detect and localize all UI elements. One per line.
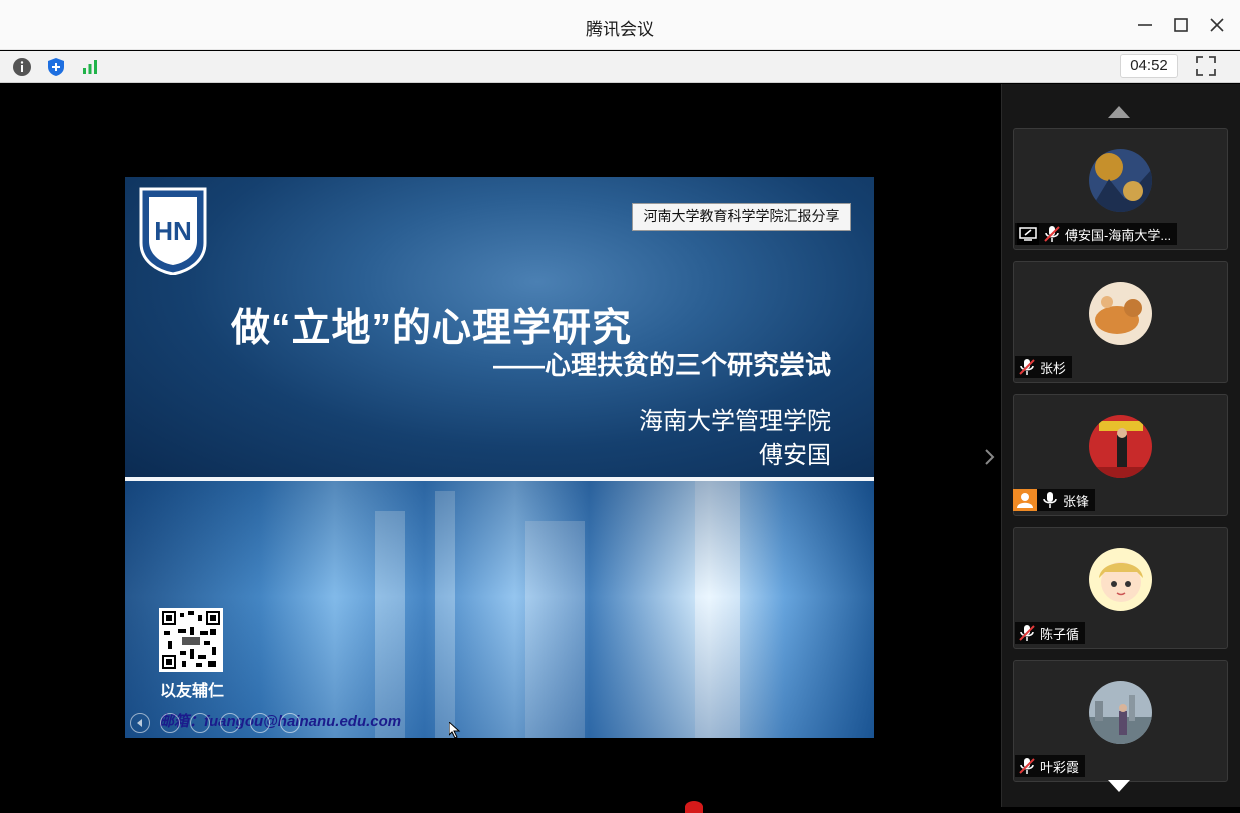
- participant-name-bar: 傅安国-海南大学...: [1015, 223, 1178, 245]
- info-icon[interactable]: [11, 56, 33, 78]
- slide-banner: 河南大学教育科学学院汇报分享: [632, 203, 851, 231]
- participant-name: 张锋: [1063, 493, 1090, 509]
- slide-back-icon[interactable]: [160, 713, 180, 733]
- signal-icon[interactable]: [79, 56, 101, 78]
- scroll-up-icon[interactable]: [1107, 104, 1131, 120]
- participant-tile[interactable]: 傅安国-海南大学...: [1013, 128, 1228, 250]
- slide-menu-icon[interactable]: [220, 713, 240, 733]
- close-icon[interactable]: [1206, 14, 1228, 36]
- avatar: [1089, 415, 1152, 478]
- title-bar: 腾讯会议: [0, 0, 1240, 50]
- avatar: [1089, 548, 1152, 611]
- avatar: [1089, 149, 1152, 212]
- expand-panel-icon[interactable]: [982, 448, 996, 466]
- screen-share-area: HN 河南大学教育科学学院汇报分享 做“立地”的心理学研究 ——心理扶贫的三个研…: [0, 84, 1001, 807]
- participant-name: 张杉: [1040, 360, 1067, 376]
- qr-caption: 以友辅仁: [160, 683, 225, 700]
- presentation-slide: HN 河南大学教育科学学院汇报分享 做“立地”的心理学研究 ——心理扶贫的三个研…: [125, 177, 874, 738]
- mic-muted-icon: [1017, 756, 1037, 776]
- meeting-timer: 04:52: [1120, 54, 1178, 78]
- slide-prev-icon[interactable]: [130, 713, 150, 733]
- slide-organization: 海南大学管理学院: [639, 407, 831, 435]
- participant-name-bar: 张锋: [1013, 489, 1096, 511]
- mouse-cursor-icon: [448, 720, 461, 739]
- participants-panel: 傅安国-海南大学... 张杉 张锋 陈子循 叶彩霞: [1001, 84, 1240, 807]
- slide-subtitle: ——心理扶贫的三个研究尝试: [492, 350, 831, 380]
- slide-zoom-icon[interactable]: [250, 713, 270, 733]
- host-icon: [1013, 489, 1037, 511]
- slide-author: 傅安国: [759, 441, 831, 469]
- mic-icon: [1040, 490, 1060, 510]
- avatar: [1089, 282, 1152, 345]
- maximize-icon[interactable]: [1170, 14, 1192, 36]
- participant-tile[interactable]: 叶彩霞: [1013, 660, 1228, 782]
- mic-muted-icon: [1017, 357, 1037, 377]
- participant-name-bar: 张杉: [1015, 356, 1073, 378]
- participant-tile[interactable]: 张杉: [1013, 261, 1228, 383]
- window-title: 腾讯会议: [586, 20, 654, 39]
- participant-tile[interactable]: 张锋: [1013, 394, 1228, 516]
- participant-name-bar: 叶彩霞: [1015, 755, 1086, 777]
- slide-more-icon[interactable]: [280, 713, 300, 733]
- slide-pen-icon[interactable]: [190, 713, 210, 733]
- qr-code: [159, 608, 223, 672]
- mic-muted-icon: [1017, 623, 1037, 643]
- scroll-down-icon[interactable]: [1107, 778, 1131, 794]
- slide-photo-background: [125, 481, 874, 738]
- recording-indicator-icon: [685, 801, 703, 813]
- mic-muted-icon: [1042, 224, 1062, 244]
- participant-name: 陈子循: [1040, 626, 1080, 642]
- minimize-icon[interactable]: [1134, 14, 1156, 36]
- participant-name: 傅安国-海南大学...: [1065, 227, 1172, 243]
- fullscreen-icon[interactable]: [1195, 55, 1217, 77]
- participant-name-bar: 陈子循: [1015, 622, 1086, 644]
- logo-lettering: HN: [154, 216, 192, 246]
- meeting-toolbar: 04:52: [0, 51, 1240, 83]
- screen-share-icon: [1017, 223, 1039, 245]
- shield-icon[interactable]: [45, 56, 67, 78]
- avatar: [1089, 681, 1152, 744]
- participant-name: 叶彩霞: [1040, 759, 1080, 775]
- university-logo: HN: [137, 185, 209, 276]
- participant-tile[interactable]: 陈子循: [1013, 527, 1228, 649]
